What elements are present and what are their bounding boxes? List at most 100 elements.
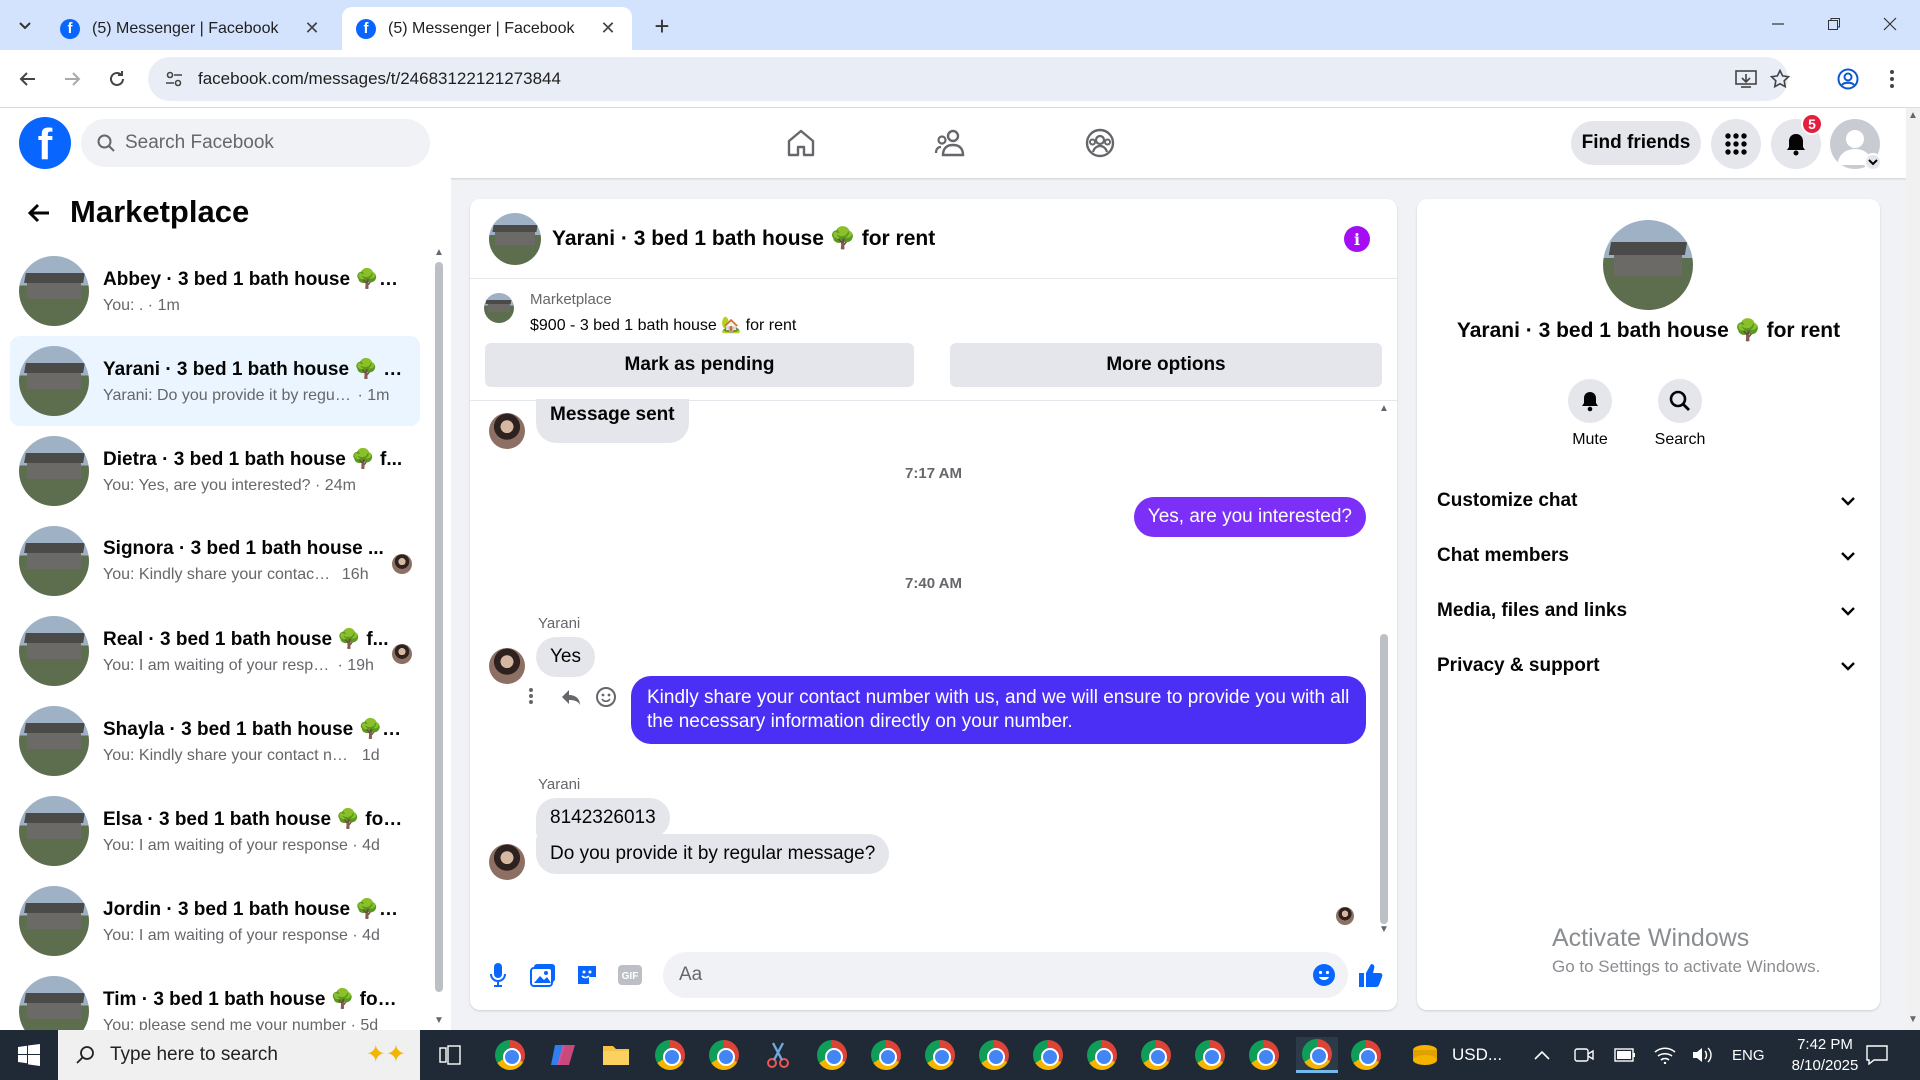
chrome-taskbar-icon[interactable] [1138, 1037, 1174, 1073]
task-view-icon[interactable] [432, 1037, 468, 1073]
facebook-logo-icon[interactable]: f [19, 117, 71, 169]
thread-scrollbar[interactable]: ▲ ▼ [1379, 401, 1389, 941]
currency-widget[interactable]: USD... [1410, 1030, 1502, 1080]
chrome-taskbar-icon[interactable] [492, 1037, 528, 1073]
notification-center-icon[interactable] [1866, 1030, 1888, 1080]
chrome-taskbar-icon[interactable] [922, 1037, 958, 1073]
media-files-links-section[interactable]: Media, files and links [1417, 584, 1880, 638]
install-app-icon[interactable] [1734, 67, 1758, 91]
conversation-item-active[interactable]: Yarani · 3 bed 1 bath house 🌳 f... Yaran… [10, 336, 420, 426]
chat-header[interactable]: Yarani · 3 bed 1 bath house 🌳 for rent i [470, 199, 1397, 279]
close-tab-icon[interactable]: ✕ [302, 18, 322, 39]
minimize-button[interactable] [1750, 0, 1806, 48]
restore-button[interactable] [1806, 0, 1862, 48]
customize-chat-section[interactable]: Customize chat [1417, 474, 1880, 528]
groups-nav-button[interactable] [1076, 119, 1124, 167]
conversation-item[interactable]: Jordin · 3 bed 1 bath house 🌳 f... You: … [10, 876, 420, 966]
scroll-down-icon[interactable]: ▼ [434, 1016, 444, 1026]
message-more-icon[interactable] [528, 687, 538, 707]
message-input-box[interactable] [663, 952, 1348, 998]
message-bubble[interactable]: Do you provide it by regular message? [536, 834, 890, 874]
gif-icon[interactable]: GIF [613, 958, 647, 992]
taskbar-search[interactable]: Type here to search ✦✦ [58, 1030, 420, 1080]
find-friends-button[interactable]: Find friends [1571, 121, 1701, 165]
mark-as-pending-button[interactable]: Mark as pending [485, 343, 914, 387]
message-bubble-outgoing[interactable]: Yes, are you interested? [1133, 497, 1366, 537]
show-hidden-icons[interactable] [1534, 1030, 1550, 1080]
site-info-icon[interactable] [162, 67, 186, 91]
browser-tab-1[interactable]: f (5) Messenger | Facebook ✕ [46, 7, 336, 50]
file-explorer-icon[interactable] [598, 1037, 634, 1073]
sticker-icon[interactable] [570, 958, 604, 992]
input-language[interactable]: ENG [1732, 1030, 1765, 1080]
wifi-icon[interactable] [1654, 1030, 1676, 1080]
close-window-button[interactable] [1862, 0, 1918, 48]
scroll-down-icon[interactable]: ▼ [1379, 924, 1389, 935]
chrome-taskbar-icon[interactable] [1246, 1037, 1282, 1073]
react-emoji-icon[interactable] [595, 686, 617, 708]
reload-button[interactable] [101, 63, 133, 95]
listing-summary[interactable]: $900 - 3 bed 1 bath house 🏡 for rent [530, 315, 796, 335]
message-input[interactable] [679, 964, 1279, 986]
conversation-item[interactable]: Real · 3 bed 1 bath house 🌳 f... You: I … [10, 606, 420, 696]
message-bubble[interactable]: Message sent [536, 399, 689, 443]
clock[interactable]: 7:42 PM 8/10/2025 [1780, 1030, 1870, 1080]
chrome-taskbar-icon[interactable] [1084, 1037, 1120, 1073]
menu-button[interactable] [1711, 119, 1761, 169]
profile-button[interactable] [1832, 63, 1864, 95]
scroll-down-icon[interactable]: ▼ [1908, 1014, 1918, 1025]
chrome-taskbar-icon[interactable] [868, 1037, 904, 1073]
info-icon[interactable]: i [1344, 226, 1370, 252]
address-bar[interactable]: facebook.com/messages/t/2468312212127384… [148, 57, 1790, 101]
volume-icon[interactable] [1692, 1030, 1714, 1080]
scrollbar-thumb[interactable] [435, 262, 443, 992]
chrome-taskbar-icon[interactable] [706, 1037, 742, 1073]
message-bubble-outgoing[interactable]: Kindly share your contact number with us… [631, 676, 1366, 744]
notifications-button[interactable]: 5 [1771, 113, 1823, 169]
copilot-taskbar-icon[interactable] [545, 1037, 581, 1073]
tab-search-button[interactable] [10, 10, 40, 40]
conversation-item[interactable]: Shayla · 3 bed 1 bath house 🌳 f... You: … [10, 696, 420, 786]
conversation-item[interactable]: Elsa · 3 bed 1 bath house 🌳 for ... You:… [10, 786, 420, 876]
message-bubble[interactable]: Yes [536, 637, 595, 677]
chat-list-scrollbar[interactable]: ▲ ▼ [434, 248, 444, 1028]
scroll-up-icon[interactable]: ▲ [434, 248, 444, 258]
facebook-search-input[interactable] [125, 132, 405, 154]
send-like-icon[interactable] [1354, 958, 1388, 992]
emoji-icon[interactable] [1312, 963, 1336, 987]
friends-nav-button[interactable] [927, 119, 975, 167]
start-button[interactable] [0, 1030, 58, 1080]
account-chevron[interactable] [1864, 153, 1882, 171]
voice-clip-icon[interactable] [481, 958, 515, 992]
chrome-taskbar-icon[interactable] [1192, 1037, 1228, 1073]
conversation-item[interactable]: Dietra · 3 bed 1 bath house 🌳 f... You: … [10, 426, 420, 516]
back-button[interactable] [24, 198, 54, 228]
attach-photo-icon[interactable] [526, 958, 560, 992]
privacy-support-section[interactable]: Privacy & support [1417, 639, 1880, 693]
chat-members-section[interactable]: Chat members [1417, 529, 1880, 583]
meet-now-icon[interactable] [1574, 1030, 1594, 1080]
conversation-item[interactable]: Abbey · 3 bed 1 bath house 🌳 f... You: .… [10, 246, 420, 336]
mute-action[interactable]: Mute [1545, 379, 1635, 449]
profile-avatar[interactable] [1603, 220, 1693, 310]
page-scrollbar[interactable]: ▲ ▼ [1906, 108, 1920, 1030]
chrome-taskbar-icon[interactable] [976, 1037, 1012, 1073]
scroll-up-icon[interactable]: ▲ [1379, 403, 1389, 414]
chrome-taskbar-icon[interactable] [652, 1037, 688, 1073]
message-bubble[interactable]: 8142326013 [536, 798, 670, 838]
scroll-up-icon[interactable]: ▲ [1908, 110, 1918, 121]
home-nav-button[interactable] [777, 119, 825, 167]
browser-tab-2-active[interactable]: f (5) Messenger | Facebook ✕ [342, 7, 632, 50]
chrome-taskbar-icon[interactable] [1348, 1037, 1384, 1073]
chrome-taskbar-icon[interactable] [1030, 1037, 1066, 1073]
facebook-search[interactable] [81, 119, 430, 167]
battery-icon[interactable] [1614, 1030, 1636, 1080]
bookmark-star-icon[interactable] [1768, 67, 1792, 91]
close-tab-icon[interactable]: ✕ [598, 18, 618, 39]
more-options-button[interactable]: More options [950, 343, 1382, 387]
scrollbar-thumb[interactable] [1380, 634, 1388, 924]
chrome-taskbar-icon[interactable] [814, 1037, 850, 1073]
new-tab-button[interactable]: + [648, 11, 676, 41]
reply-icon[interactable] [560, 687, 582, 707]
browser-menu-button[interactable] [1876, 63, 1908, 95]
